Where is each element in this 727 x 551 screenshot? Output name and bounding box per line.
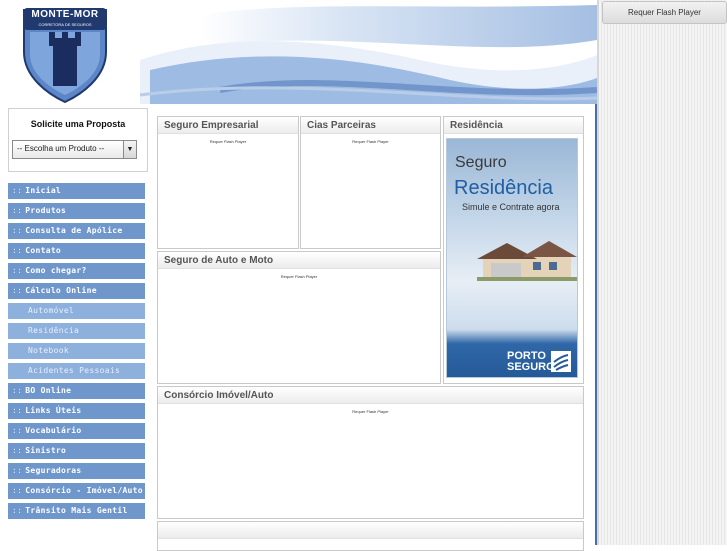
sidebar-item-links-uteis[interactable]: :: Links Úteis: [8, 403, 145, 419]
sidebar-item-residencia[interactable]: Residência: [8, 323, 145, 339]
logo-subtitle: CORRETORA DE SEGUROS: [38, 22, 92, 27]
porto-seguro-logo-text: PORTO SEGURO: [507, 351, 555, 373]
porto-seguro-mark-icon: [551, 351, 571, 372]
panel-seguro-auto-moto: Seguro de Auto e Moto Requer Flash Playe…: [157, 251, 441, 384]
sidebar-item-bo-online[interactable]: :: BO Online: [8, 383, 145, 399]
sidebar-item-label: Como chegar?: [25, 266, 87, 275]
flash-placeholder[interactable]: Requer Flash Player: [158, 409, 583, 414]
sidebar-item-label: Acidentes Pessoais: [28, 366, 121, 375]
nav-bullet-icon: ::: [12, 266, 23, 275]
sidebar-item-sinistro[interactable]: :: Sinistro: [8, 443, 145, 459]
panel-title: Consórcio Imóvel/Auto: [164, 390, 274, 401]
panel-cias-parceiras: Cias Parceiras Requer Flash Player: [300, 116, 441, 249]
ad-line-3: Simule e Contrate agora: [462, 202, 560, 212]
sidebar-item-label: BO Online: [25, 386, 72, 395]
ad-line-2: Residência: [454, 177, 553, 199]
nav-bullet-icon: ::: [12, 426, 23, 435]
sidebar-item-acidentes-pessoais[interactable]: Acidentes Pessoais: [8, 363, 145, 379]
proposal-box: Solicite uma Proposta -- Escolha um Prod…: [8, 108, 148, 172]
product-select-value: -- Escolha um Produto --: [17, 144, 105, 153]
nav-bullet-icon: ::: [12, 506, 23, 515]
proposal-title: Solicite uma Proposta: [30, 119, 126, 129]
flash-placeholder[interactable]: Requer Flash Player: [158, 274, 440, 279]
nav-bullet-icon: ::: [12, 406, 23, 415]
content-divider: [595, 104, 597, 545]
nav-bullet-icon: ::: [12, 386, 23, 395]
panel-footer: [157, 521, 584, 551]
nav-bullet-icon: ::: [12, 466, 23, 475]
sidebar-item-consorcio-imovel-auto[interactable]: :: Consórcio - Imóvel/Auto: [8, 483, 145, 499]
dropdown-arrow-icon[interactable]: ▼: [123, 141, 136, 158]
flash-player-button[interactable]: Requer Flash Player: [602, 1, 727, 24]
sidebar-item-label: Trânsito Mais Gentil: [25, 506, 128, 515]
nav-bullet-icon: ::: [12, 286, 23, 295]
nav-bullet-icon: ::: [12, 186, 23, 195]
nav-bullet-icon: ::: [12, 246, 23, 255]
sidebar-item-label: Produtos: [25, 206, 67, 215]
sidebar-item-label: Seguradoras: [25, 466, 82, 475]
sidebar-item-contato[interactable]: :: Contato: [8, 243, 145, 259]
sidebar-item-calculo-online[interactable]: :: Cálculo Online: [8, 283, 145, 299]
nav-bullet-icon: ::: [12, 206, 23, 215]
product-select[interactable]: -- Escolha um Produto -- ▼: [12, 140, 137, 159]
panel-title: Seguro Empresarial: [164, 120, 259, 131]
sidebar-item-label: Consulta de Apólice: [25, 226, 123, 235]
nav-bullet-icon: ::: [12, 226, 23, 235]
panel-seguro-empresarial: Seguro Empresarial Requer Flash Player: [157, 116, 299, 249]
sidebar-item-vocabulario[interactable]: :: Vocabulário: [8, 423, 145, 439]
ad-line-1: Seguro: [455, 154, 507, 171]
sidebar-item-label: Notebook: [28, 346, 69, 355]
nav-bullet-icon: ::: [12, 446, 23, 455]
sidebar-item-automovel[interactable]: Automóvel: [8, 303, 145, 319]
panel-title: Residência: [450, 120, 503, 131]
sidebar-item-label: Residência: [28, 326, 80, 335]
header-banner: MONTE-MOR CORRETORA DE SEGUROS: [0, 0, 597, 104]
sidebar-item-seguradoras[interactable]: :: Seguradoras: [8, 463, 145, 479]
sidebar-item-inicial[interactable]: :: Inicial: [8, 183, 145, 199]
right-sidebar-strip: [597, 0, 727, 545]
sidebar-item-label: Links Úteis: [25, 406, 82, 415]
porto-brand-line-2: SEGURO: [507, 361, 555, 373]
residencia-ad-banner[interactable]: Seguro Residência Simule e Contrate agor…: [446, 138, 578, 378]
panel-consorcio: Consórcio Imóvel/Auto Requer Flash Playe…: [157, 386, 584, 519]
flash-placeholder[interactable]: Requer Flash Player: [158, 139, 298, 144]
sidebar-item-notebook[interactable]: Notebook: [8, 343, 145, 359]
sidebar-item-label: Contato: [25, 246, 62, 255]
sidebar-item-transito-mais-gentil[interactable]: :: Trânsito Mais Gentil: [8, 503, 145, 519]
panel-title: Cias Parceiras: [307, 120, 376, 131]
sidebar-item-label: Vocabulário: [25, 426, 82, 435]
sidebar-item-label: Inicial: [25, 186, 62, 195]
sidebar-item-label: Consórcio - Imóvel/Auto: [25, 486, 143, 495]
sidebar-item-label: Sinistro: [25, 446, 67, 455]
panel-header: [158, 522, 583, 539]
logo-title: MONTE-MOR: [31, 9, 99, 20]
sidebar-item-label: Cálculo Online: [25, 286, 97, 295]
sidebar-item-consulta-de-apolice[interactable]: :: Consulta de Apólice: [8, 223, 145, 239]
nav-bullet-icon: ::: [12, 486, 23, 495]
sidebar-item-como-chegar[interactable]: :: Como chegar?: [8, 263, 145, 279]
panel-title: Seguro de Auto e Moto: [164, 255, 274, 266]
sidebar-item-label: Automóvel: [28, 306, 75, 315]
sidebar-item-produtos[interactable]: :: Produtos: [8, 203, 145, 219]
house-image: [477, 241, 577, 281]
flash-placeholder[interactable]: Requer Flash Player: [301, 139, 440, 144]
